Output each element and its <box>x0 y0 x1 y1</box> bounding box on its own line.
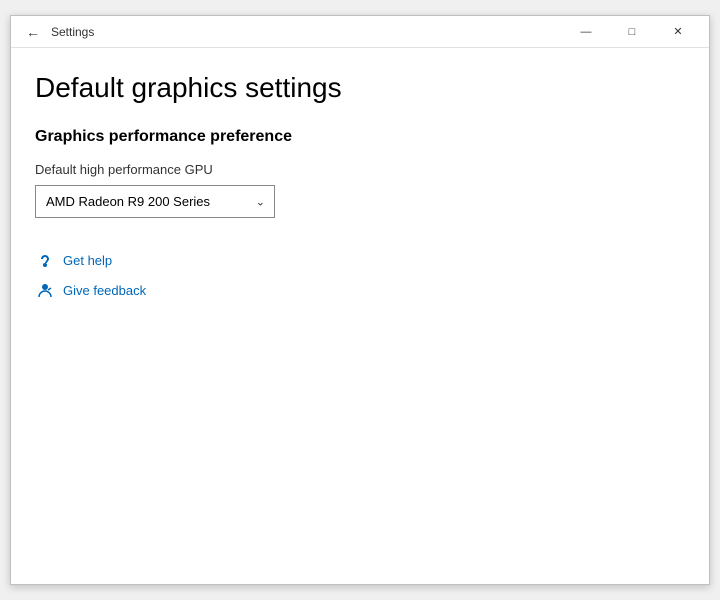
minimize-button[interactable]: — <box>563 16 609 48</box>
page-title: Default graphics settings <box>35 72 685 104</box>
get-help-text: Get help <box>63 253 112 268</box>
title-bar: ← Settings — □ ✕ <box>11 16 709 48</box>
maximize-button[interactable]: □ <box>609 16 655 48</box>
back-button[interactable]: ← <box>23 22 43 42</box>
window-title: Settings <box>51 25 94 39</box>
content-area: Default graphics settings Graphics perfo… <box>11 48 709 584</box>
gpu-dropdown[interactable]: AMD Radeon R9 200 Series NVIDIA GeForce … <box>35 185 275 218</box>
window-controls: — □ ✕ <box>563 16 701 48</box>
help-section: Get help Give feedback <box>35 250 685 300</box>
get-help-link[interactable]: Get help <box>35 250 685 270</box>
help-icon <box>35 250 55 270</box>
give-feedback-text: Give feedback <box>63 283 146 298</box>
settings-window: ← Settings — □ ✕ Default graphics settin… <box>10 15 710 585</box>
title-bar-left: ← Settings <box>23 22 94 42</box>
back-icon: ← <box>26 24 40 40</box>
feedback-icon <box>35 280 55 300</box>
gpu-dropdown-container: AMD Radeon R9 200 Series NVIDIA GeForce … <box>35 185 275 218</box>
section-title: Graphics performance preference <box>35 128 685 146</box>
field-label: Default high performance GPU <box>35 162 685 177</box>
close-button[interactable]: ✕ <box>655 16 701 48</box>
give-feedback-link[interactable]: Give feedback <box>35 280 685 300</box>
